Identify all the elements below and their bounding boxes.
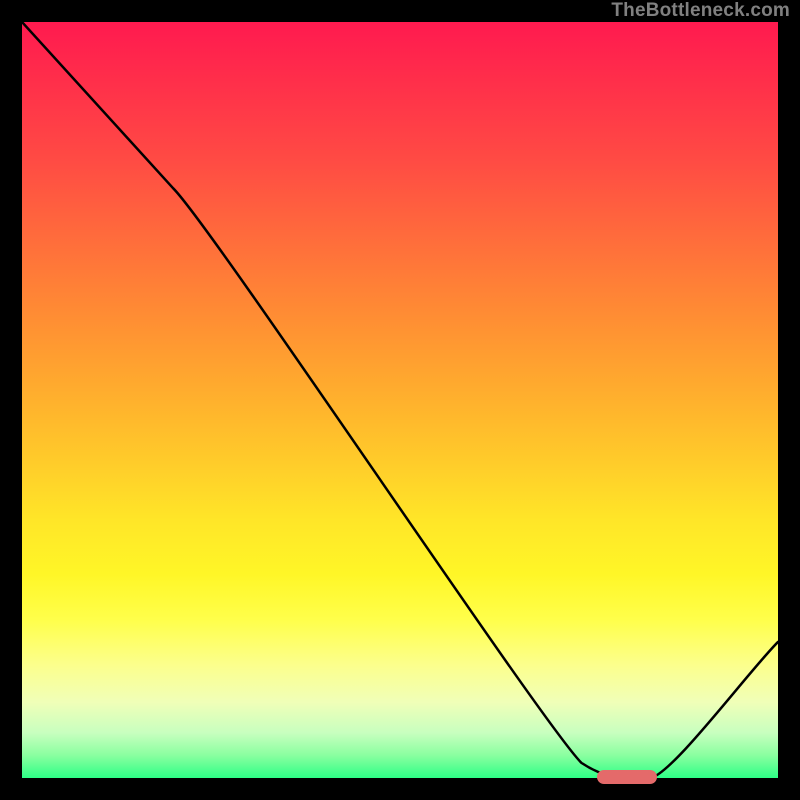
chart-frame: TheBottleneck.com [0, 0, 800, 800]
bottleneck-curve [22, 22, 778, 778]
optimal-range-marker [597, 770, 657, 784]
watermark-text: TheBottleneck.com [611, 0, 790, 22]
